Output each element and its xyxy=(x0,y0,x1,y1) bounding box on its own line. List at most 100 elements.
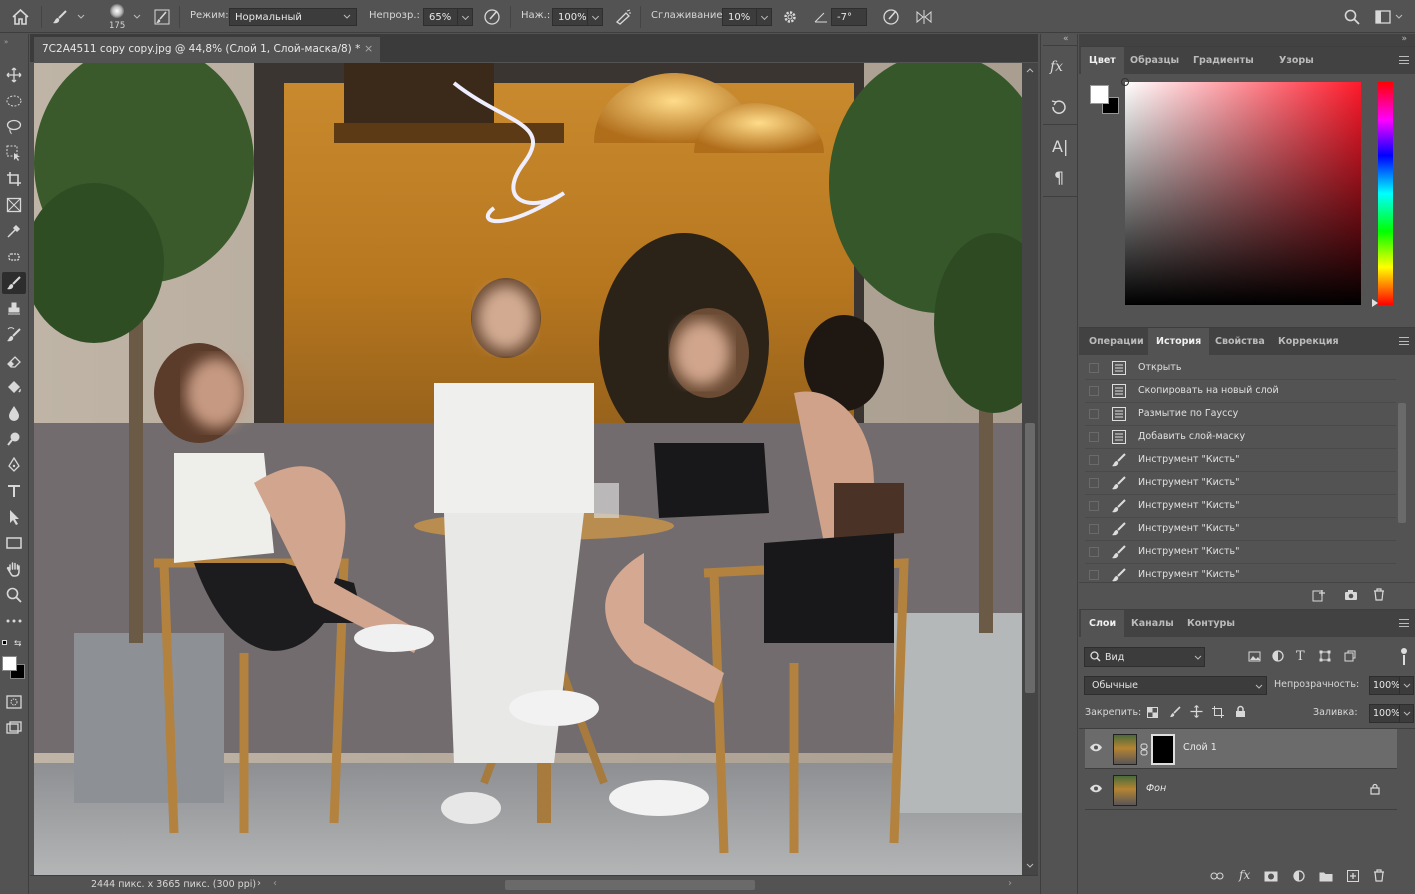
brush-preview-icon[interactable] xyxy=(106,2,128,20)
brush-settings-icon[interactable] xyxy=(152,7,172,27)
tab-paths[interactable]: Контуры xyxy=(1179,610,1243,637)
filter-pixel-icon[interactable] xyxy=(1248,651,1261,662)
add-mask-icon[interactable] xyxy=(1264,871,1278,882)
symmetry-icon[interactable] xyxy=(914,7,934,27)
history-snapshot-checkbox[interactable] xyxy=(1089,478,1099,488)
close-tab-icon[interactable]: × xyxy=(364,42,373,55)
lock-artboard-icon[interactable] xyxy=(1212,706,1224,718)
hue-slider-handle[interactable] xyxy=(1372,299,1378,307)
history-item[interactable]: Инструмент "Кисть" xyxy=(1085,495,1396,518)
history-item[interactable]: Открыть xyxy=(1085,357,1396,380)
history-snapshot-checkbox[interactable] xyxy=(1089,547,1099,557)
tab-gradients[interactable]: Градиенты xyxy=(1185,47,1262,74)
zoom-tool-icon[interactable] xyxy=(2,584,26,606)
history-snapshot-checkbox[interactable] xyxy=(1089,363,1099,373)
new-group-folder-icon[interactable] xyxy=(1319,871,1333,882)
mask-link-icon[interactable] xyxy=(1140,743,1148,756)
lock-transparent-pixels-icon[interactable] xyxy=(1147,707,1158,718)
layer-opacity-dropdown[interactable] xyxy=(1399,676,1414,695)
tool-preset-chevron-icon[interactable] xyxy=(75,11,87,21)
paragraph-panel-icon[interactable]: ¶ xyxy=(1054,168,1064,187)
layer-row-background[interactable]: Фон xyxy=(1085,770,1397,810)
layer-name[interactable]: Слой 1 xyxy=(1183,742,1217,753)
paint-bucket-tool-icon[interactable] xyxy=(2,376,26,398)
history-panel-menu-icon[interactable] xyxy=(1399,337,1409,345)
history-item[interactable]: Размытие по Гауссу xyxy=(1085,403,1396,426)
brush-tool-icon[interactable] xyxy=(2,272,26,294)
layer-filter-select[interactable]: Вид xyxy=(1084,647,1205,667)
fill-dropdown[interactable] xyxy=(1399,704,1414,723)
history-snapshot-checkbox[interactable] xyxy=(1089,524,1099,534)
tab-channels[interactable]: Каналы xyxy=(1123,610,1182,637)
layer-style-fx-icon[interactable]: fx xyxy=(1239,868,1250,882)
history-item[interactable]: Инструмент "Кисть" xyxy=(1085,449,1396,472)
healing-brush-tool-icon[interactable] xyxy=(2,246,26,268)
rectangle-tool-icon[interactable] xyxy=(2,532,26,554)
status-menu-chevron-icon[interactable]: › xyxy=(257,878,261,889)
pressure-size-icon[interactable] xyxy=(881,7,901,27)
flow-dropdown[interactable] xyxy=(587,8,603,26)
default-colors-icon[interactable] xyxy=(2,640,10,648)
layer-opacity-input[interactable]: 100% xyxy=(1369,676,1401,695)
document-canvas[interactable]: 32 xyxy=(34,63,1022,875)
styles-fx-icon[interactable]: fx xyxy=(1050,59,1063,75)
crop-tool-icon[interactable] xyxy=(2,168,26,190)
history-item[interactable]: Скопировать на новый слой xyxy=(1085,380,1396,403)
lock-all-icon[interactable] xyxy=(1235,705,1246,718)
tab-adjustments[interactable]: Коррекция xyxy=(1270,328,1347,355)
history-snapshot-checkbox[interactable] xyxy=(1089,570,1099,580)
brush-picker-chevron-icon[interactable] xyxy=(131,11,143,21)
more-tools-icon[interactable] xyxy=(2,610,26,632)
blur-tool-icon[interactable] xyxy=(2,402,26,424)
expand-panels-icon[interactable]: « xyxy=(1063,34,1069,44)
trash-icon[interactable] xyxy=(1373,588,1385,601)
filter-smart-object-icon[interactable] xyxy=(1344,650,1356,662)
move-tool-icon[interactable] xyxy=(2,64,26,86)
workspace-icon[interactable] xyxy=(1373,7,1393,27)
path-selection-tool-icon[interactable] xyxy=(2,506,26,528)
adjustment-layer-icon[interactable] xyxy=(1293,870,1305,882)
smoothing-dropdown[interactable] xyxy=(756,8,772,26)
history-item[interactable]: Инструмент "Кисть" xyxy=(1085,472,1396,495)
scroll-down-icon[interactable] xyxy=(1026,863,1034,868)
history-brush-tool-icon[interactable] xyxy=(2,324,26,346)
swap-colors-icon[interactable]: ⇆ xyxy=(14,639,22,649)
search-icon[interactable] xyxy=(1342,7,1362,27)
new-document-from-state-icon[interactable] xyxy=(1312,589,1326,602)
home-icon[interactable] xyxy=(10,7,30,27)
eyedropper-tool-icon[interactable] xyxy=(2,220,26,242)
saturation-brightness-field[interactable] xyxy=(1121,78,1361,305)
tab-actions[interactable]: Операции xyxy=(1081,328,1152,355)
filter-adjustment-icon[interactable] xyxy=(1272,650,1284,662)
mode-select[interactable]: Нормальный xyxy=(229,8,357,26)
history-snapshot-checkbox[interactable] xyxy=(1089,409,1099,419)
tab-color[interactable]: Цвет xyxy=(1081,47,1124,74)
filter-type-icon[interactable]: T xyxy=(1296,649,1305,664)
foreground-color-chip[interactable] xyxy=(1090,85,1109,104)
smoothing-input[interactable]: 10% xyxy=(722,8,758,26)
tab-patterns[interactable]: Узоры xyxy=(1271,47,1322,74)
scroll-left-icon[interactable]: ‹ xyxy=(273,878,277,889)
vertical-scroll-thumb[interactable] xyxy=(1025,423,1035,693)
fill-input[interactable]: 100% xyxy=(1369,704,1401,723)
history-panel-icon[interactable] xyxy=(1050,99,1068,115)
filter-toggle[interactable] xyxy=(1400,647,1408,667)
tab-swatches[interactable]: Образцы xyxy=(1122,47,1187,74)
delete-layer-trash-icon[interactable] xyxy=(1373,869,1385,882)
vertical-scrollbar[interactable] xyxy=(1022,63,1038,875)
character-panel-icon[interactable]: A| xyxy=(1052,137,1068,156)
hand-tool-icon[interactable] xyxy=(2,558,26,580)
history-item[interactable]: Инструмент "Кисть" xyxy=(1085,541,1396,564)
history-snapshot-checkbox[interactable] xyxy=(1089,455,1099,465)
scroll-right-icon[interactable]: › xyxy=(1008,878,1012,889)
layer-thumbnail[interactable] xyxy=(1113,734,1137,765)
tab-properties[interactable]: Свойства xyxy=(1207,328,1273,355)
horizontal-scroll-thumb[interactable] xyxy=(505,880,755,890)
flow-input[interactable]: 100% xyxy=(552,8,588,26)
visibility-eye-icon[interactable] xyxy=(1089,784,1103,793)
hue-slider[interactable] xyxy=(1378,82,1393,305)
document-tab[interactable]: 7C2A4511 copy copy.jpg @ 44,8% (Слой 1, … xyxy=(34,37,380,62)
collapse-dock-icon[interactable]: » xyxy=(1401,34,1407,44)
lasso-tool-icon[interactable] xyxy=(2,116,26,138)
layer-thumbnail[interactable] xyxy=(1113,775,1137,806)
